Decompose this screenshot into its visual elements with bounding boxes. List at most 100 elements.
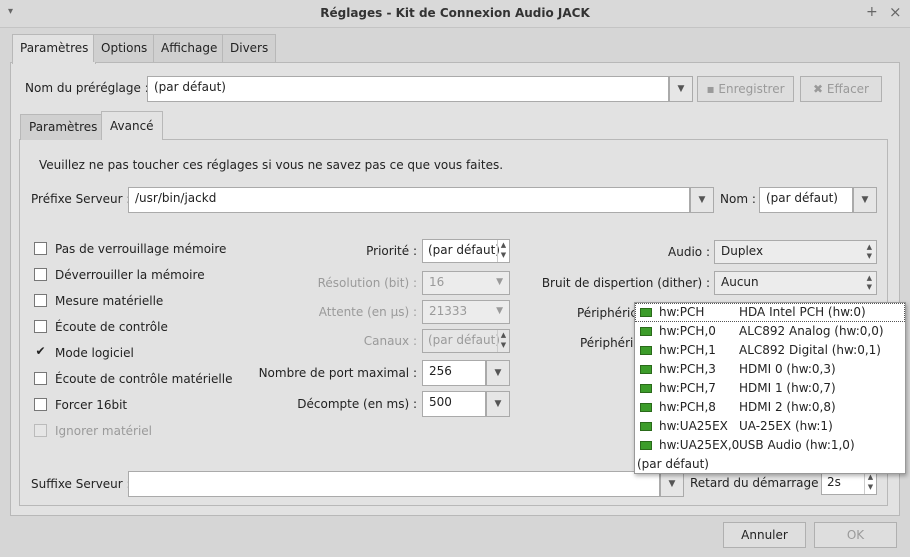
dither-select[interactable]: Aucun ▲ ▼	[714, 271, 877, 295]
sound-card-icon	[640, 346, 652, 355]
tab-affichage[interactable]: Affichage	[153, 34, 226, 62]
checkbox-box[interactable]	[34, 398, 47, 411]
audio-select[interactable]: Duplex ▲ ▼	[714, 240, 877, 264]
save-button: ▪ Enregistrer	[697, 76, 794, 102]
device-option[interactable]: hw:UA25EX,0 USB Audio (hw:1,0)	[635, 436, 905, 455]
device-option[interactable]: hw:PCH,3 HDMI 0 (hw:0,3)	[635, 360, 905, 379]
subtab-avance[interactable]: Avancé	[101, 111, 163, 140]
checkbox-no-memlock[interactable]: Pas de verrouillage mémoire	[34, 242, 226, 256]
timeout-dropdown[interactable]: ▼	[486, 391, 510, 417]
max-ports-dropdown[interactable]: ▼	[486, 360, 510, 386]
resolution-label: Résolution (bit) :	[317, 276, 417, 290]
checkbox-label: Ignorer matériel	[55, 424, 153, 438]
checkbox-force-16bit[interactable]: Forcer 16bit	[34, 398, 127, 412]
checkbox-box[interactable]	[34, 372, 47, 385]
checkbox-unlock-memory[interactable]: Déverrouiller la mémoire	[34, 268, 205, 282]
sound-card-icon	[640, 384, 652, 393]
device-option[interactable]: hw:PCH,7 HDMI 1 (hw:0,7)	[635, 379, 905, 398]
server-prefix-input[interactable]: /usr/bin/jackd	[128, 187, 690, 213]
checkbox-label: Écoute de contrôle matérielle	[55, 372, 233, 386]
updown-icon: ▲ ▼	[866, 274, 872, 291]
checkbox-hw-meter[interactable]: Mesure matérielle	[34, 294, 163, 308]
start-delay-spinbox[interactable]: 2s ▲ ▼	[821, 471, 877, 495]
spin-arrows-icon[interactable]: ▲ ▼	[864, 472, 876, 494]
save-label: Enregistrer	[718, 82, 785, 96]
close-icon[interactable]: ×	[889, 3, 902, 21]
device-dropdown-list[interactable]: hw:PCH HDA Intel PCH (hw:0) hw:PCH,0 ALC89…	[634, 302, 906, 474]
device-option[interactable]: hw:PCH HDA Intel PCH (hw:0)	[635, 303, 905, 322]
resolution-value: 16	[429, 275, 445, 289]
checkbox-soft-mode[interactable]: ✔ Mode logiciel	[34, 345, 134, 360]
spin-arrows-icon: ▲ ▼	[497, 330, 509, 352]
device-option[interactable]: hw:UA25EX UA-25EX (hw:1)	[635, 417, 905, 436]
tab-parametres[interactable]: Paramètres	[12, 34, 97, 64]
name-dropdown[interactable]: ▼	[853, 187, 877, 213]
device-id: hw:UA25EX,0	[659, 438, 740, 452]
checkbox-box	[34, 424, 47, 437]
wait-label: Attente (en µs) :	[318, 305, 417, 319]
start-delay-value: 2s	[827, 475, 841, 489]
checkbox-box[interactable]	[34, 320, 47, 333]
max-ports-label: Nombre de port maximal :	[258, 366, 417, 380]
device-option-default[interactable]: (par défaut)	[635, 455, 905, 474]
device-id: hw:UA25EX	[659, 419, 728, 433]
resolution-combo: 16 ▼	[422, 271, 510, 295]
max-ports-input[interactable]: 256	[422, 360, 486, 386]
name-input[interactable]: (par défaut)	[759, 187, 853, 213]
updown-icon: ▲ ▼	[866, 243, 872, 260]
checkbox-box[interactable]	[34, 242, 47, 255]
sound-card-icon	[640, 308, 652, 317]
save-icon: ▪	[706, 82, 719, 96]
device-id: hw:PCH,3	[659, 362, 716, 376]
audio-label: Audio :	[668, 245, 710, 259]
preset-dropdown[interactable]: ▼	[669, 76, 693, 102]
channels-value: (par défaut)	[428, 333, 500, 347]
spin-arrows-icon[interactable]: ▲ ▼	[497, 240, 509, 262]
dither-label: Bruit de dispertion (dither) :	[541, 276, 710, 290]
sound-card-icon	[640, 422, 652, 431]
checkbox-label: Forcer 16bit	[55, 398, 128, 412]
checkbox-ignore-hw: Ignorer matériel	[34, 424, 152, 438]
channels-label: Canaux :	[363, 334, 417, 348]
pin-icon[interactable]: +	[866, 4, 878, 20]
name-label: Nom :	[720, 192, 756, 206]
subtab-parametres[interactable]: Paramètres	[20, 114, 107, 140]
server-suffix-dropdown[interactable]: ▼	[660, 471, 684, 497]
device-id: hw:PCH,7	[659, 381, 716, 395]
device-name: HDMI 0 (hw:0,3)	[739, 362, 836, 376]
device-id: hw:PCH,8	[659, 400, 716, 414]
device-option[interactable]: hw:PCH,0 ALC892 Analog (hw:0,0)	[635, 322, 905, 341]
window-title: Réglages - Kit de Connexion Audio JACK	[320, 6, 590, 20]
warning-text: Veuillez ne pas toucher ces réglages si …	[39, 158, 504, 172]
device-id: hw:PCH	[659, 305, 705, 319]
dither-value: Aucun	[721, 275, 759, 289]
device-id: hw:PCH,0	[659, 324, 716, 338]
sound-card-icon	[640, 441, 652, 450]
device-option[interactable]: hw:PCH,1 ALC892 Digital (hw:0,1)	[635, 341, 905, 360]
preset-input[interactable]: (par défaut)	[147, 76, 669, 102]
wait-value: 21333	[429, 304, 468, 318]
delete-label: Effacer	[826, 82, 869, 96]
device-name: HDA Intel PCH (hw:0)	[739, 305, 866, 319]
start-delay-label: Retard du démarrage :	[690, 476, 827, 490]
cancel-button[interactable]: Annuler	[723, 522, 806, 548]
priority-spinbox[interactable]: (par défaut) ▲ ▼	[422, 239, 510, 263]
server-suffix-input[interactable]	[128, 471, 660, 497]
device-name: UA-25EX (hw:1)	[739, 419, 833, 433]
sound-card-icon	[640, 403, 652, 412]
sound-card-icon	[640, 327, 652, 336]
checkmark-icon[interactable]: ✔	[34, 345, 47, 359]
server-prefix-dropdown[interactable]: ▼	[690, 187, 714, 213]
checkbox-monitor[interactable]: Écoute de contrôle	[34, 320, 168, 334]
checkbox-box[interactable]	[34, 268, 47, 281]
timeout-input[interactable]: 500	[422, 391, 486, 417]
device-option[interactable]: hw:PCH,8 HDMI 2 (hw:0,8)	[635, 398, 905, 417]
audio-value: Duplex	[721, 244, 764, 258]
tab-divers[interactable]: Divers	[222, 34, 277, 62]
checkbox-label: Mode logiciel	[55, 346, 134, 360]
wait-combo: 21333 ▼	[422, 300, 510, 324]
checkbox-hw-monitor[interactable]: Écoute de contrôle matérielle	[34, 372, 232, 386]
checkbox-box[interactable]	[34, 294, 47, 307]
tab-options[interactable]: Options	[93, 34, 156, 62]
preset-label: Nom du préréglage :	[25, 81, 149, 95]
